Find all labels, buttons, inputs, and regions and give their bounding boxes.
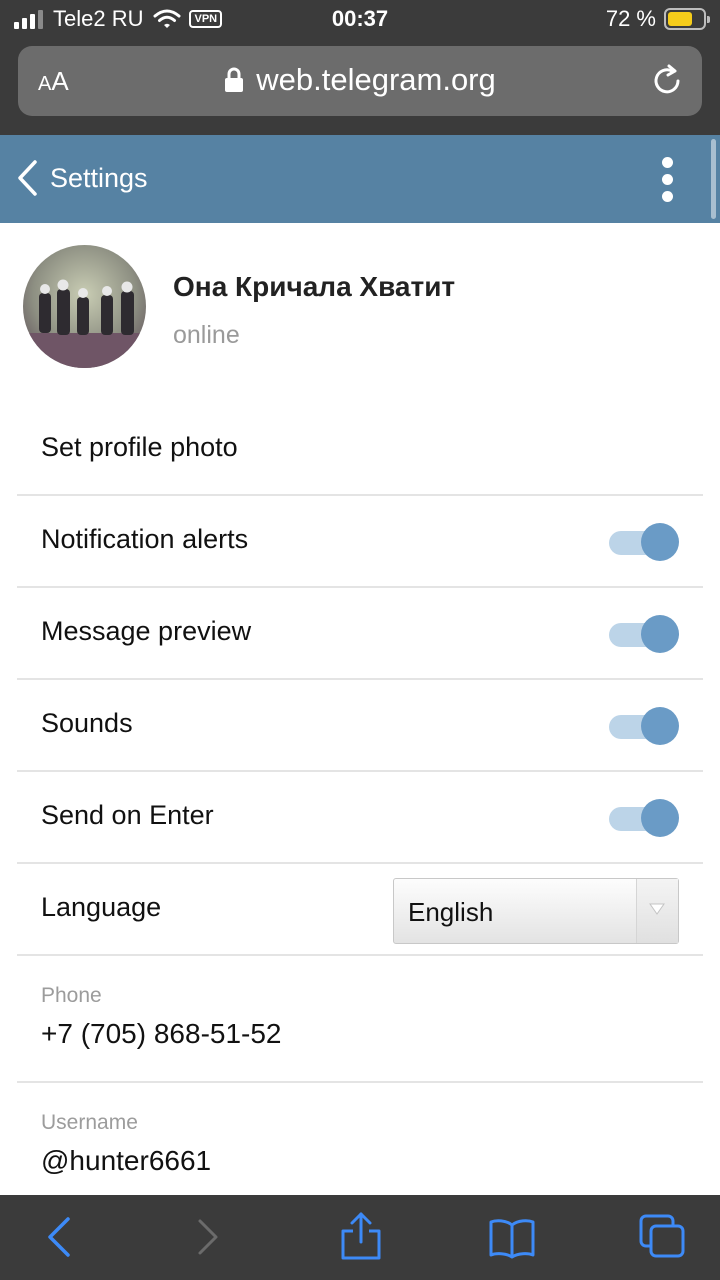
- battery-fill: [668, 12, 693, 26]
- status-right: 72 %: [605, 6, 710, 32]
- message-preview-toggle[interactable]: [609, 614, 679, 654]
- bookmarks-icon[interactable]: [488, 1217, 536, 1259]
- dropdown-arrow[interactable]: [636, 879, 678, 943]
- message-preview-row: Message preview: [17, 588, 703, 680]
- status-bar: Tele2 RU VPN 00:37 72 %: [0, 0, 720, 40]
- back-label: Settings: [50, 162, 148, 193]
- set-profile-photo-row[interactable]: Set profile photo: [17, 404, 703, 496]
- address-bar[interactable]: AA web.telegram.org: [18, 46, 702, 116]
- url-text: web.telegram.org: [256, 62, 496, 97]
- browser-toolbar: [0, 1195, 720, 1280]
- message-preview-label: Message preview: [41, 616, 252, 646]
- chevron-left-icon: [18, 160, 37, 196]
- language-value: English: [408, 897, 494, 927]
- profile-name: Она Кричала Хватит: [173, 271, 456, 302]
- set-profile-photo-label: Set profile photo: [41, 432, 238, 462]
- username-block[interactable]: Username @hunter6661: [17, 1083, 703, 1195]
- tabs-icon[interactable]: [638, 1213, 686, 1259]
- forward-arrow-icon[interactable]: [186, 1215, 230, 1259]
- share-icon[interactable]: [338, 1211, 384, 1261]
- browser-chrome: Tele2 RU VPN 00:37 72 % AA web.telegram.…: [0, 0, 720, 135]
- reload-icon[interactable]: [650, 64, 684, 98]
- phone-block[interactable]: Phone +7 (705) 868-51-52: [17, 956, 703, 1083]
- notification-alerts-label: Notification alerts: [41, 524, 249, 554]
- settings-header: Settings: [0, 135, 720, 223]
- username-label: Username: [41, 1111, 138, 1134]
- avatar[interactable]: [23, 245, 146, 368]
- back-button[interactable]: Settings: [16, 159, 148, 197]
- send-on-enter-label: Send on Enter: [41, 800, 214, 830]
- sounds-row: Sounds: [17, 680, 703, 772]
- profile-status: online: [173, 321, 240, 349]
- sounds-toggle[interactable]: [609, 706, 679, 746]
- sounds-label: Sounds: [41, 708, 133, 738]
- battery-icon: [664, 8, 710, 30]
- username-value: @hunter6661: [41, 1145, 212, 1176]
- phone-value: +7 (705) 868-51-52: [41, 1018, 282, 1049]
- send-on-enter-row: Send on Enter: [17, 772, 703, 864]
- language-label: Language: [41, 892, 162, 922]
- back-arrow-icon[interactable]: [38, 1215, 82, 1259]
- language-select[interactable]: English: [393, 878, 679, 944]
- battery-percent: 72 %: [605, 6, 656, 31]
- notification-alerts-row: Notification alerts: [17, 496, 703, 588]
- language-row: Language English: [17, 864, 703, 956]
- more-menu-icon[interactable]: [662, 157, 674, 203]
- lock-icon: [225, 67, 244, 92]
- url-display[interactable]: web.telegram.org: [18, 62, 702, 98]
- profile-section: Она Кричала Хватит online: [0, 225, 720, 395]
- avatar-image: [23, 245, 146, 368]
- phone-label: Phone: [41, 984, 102, 1007]
- scrollbar[interactable]: [711, 139, 716, 219]
- send-on-enter-toggle[interactable]: [609, 798, 679, 838]
- notification-alerts-toggle[interactable]: [609, 522, 679, 562]
- chevron-down-icon: [649, 903, 665, 915]
